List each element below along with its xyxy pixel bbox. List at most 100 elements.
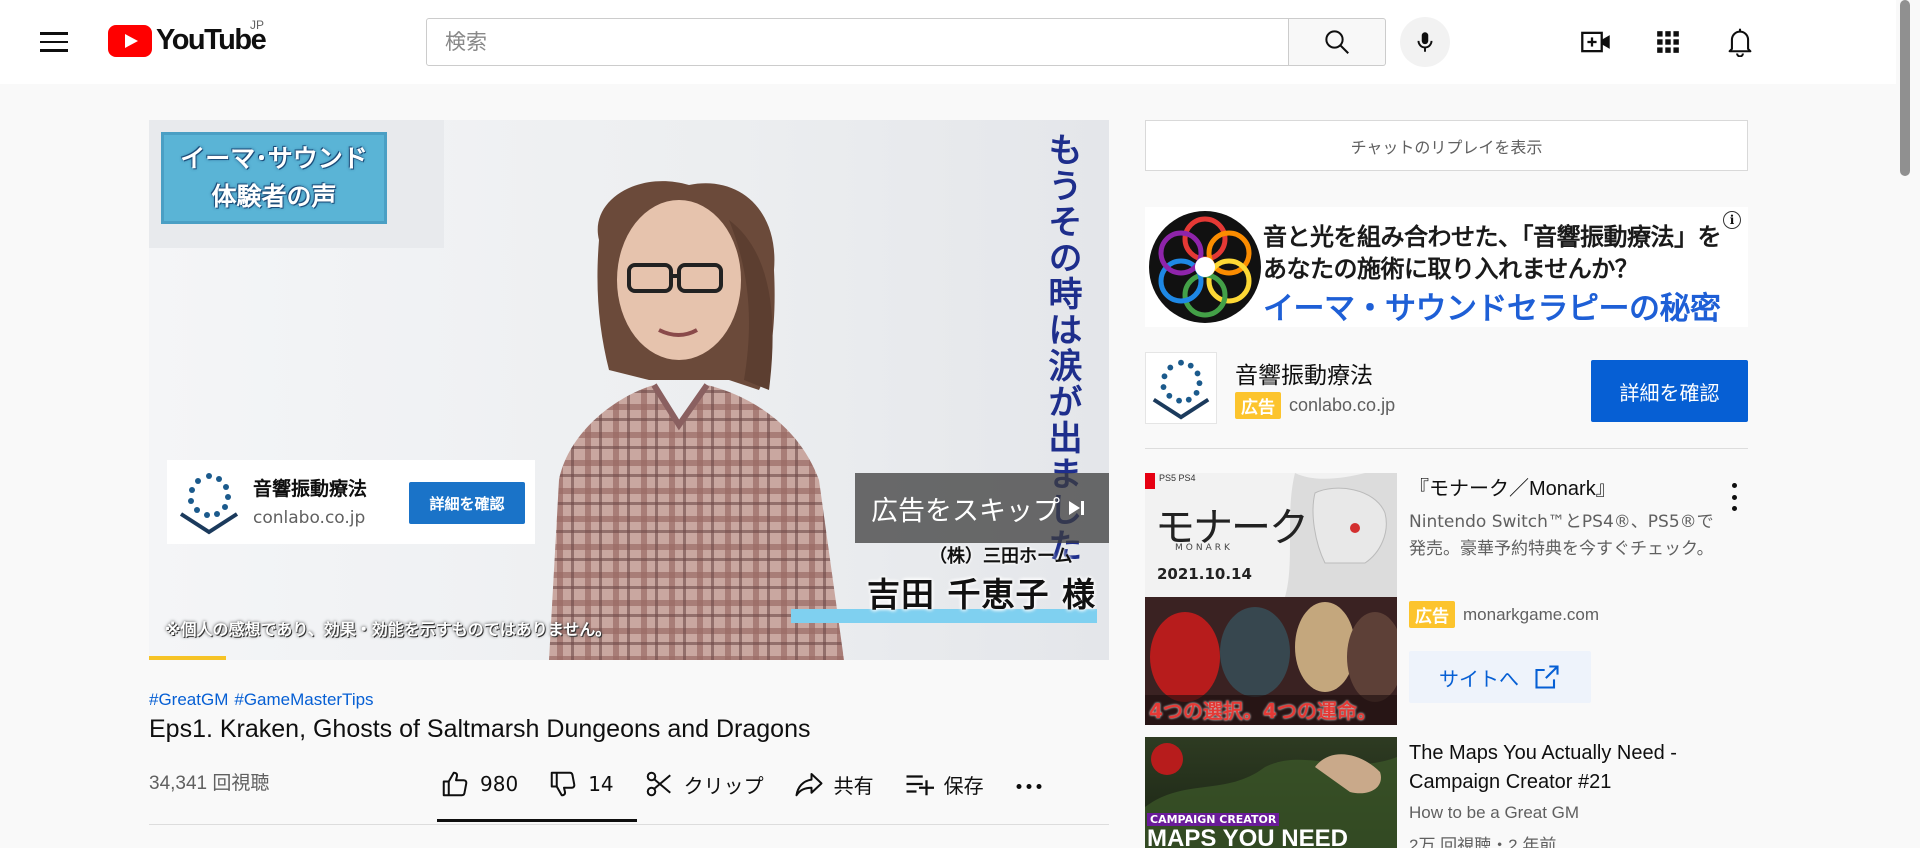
dot	[1731, 483, 1737, 488]
logo-wordmark: YouTube	[156, 24, 267, 56]
channel-name[interactable]: How to be a Great GM	[1409, 803, 1579, 823]
title-card-line-1: イーマ･サウンド	[180, 144, 368, 173]
divider	[149, 824, 1109, 825]
dislike-button[interactable]: 14	[548, 769, 614, 799]
apps-button[interactable]	[1648, 22, 1688, 62]
recommendation-title[interactable]: 『モナーク／Monark』	[1409, 475, 1709, 504]
share-label: 共有	[833, 773, 874, 798]
youtube-play-icon	[108, 24, 152, 57]
overlay-ad-name: 音響振動療法	[253, 478, 368, 500]
banner-headline-2: あなたの施術に取り入れませんか？	[1263, 255, 1639, 283]
advertiser-logo-icon[interactable]	[1145, 352, 1217, 424]
ad-badge: 広告	[1235, 392, 1281, 419]
skip-ad-button[interactable]: 広告をスキップ	[855, 473, 1109, 543]
guide-menu-button[interactable]	[30, 22, 78, 62]
player-ad-overlay[interactable]: 音響振動療法 conlabo.co.jp 詳細を確認	[167, 460, 535, 544]
share-button[interactable]: 共有	[794, 769, 874, 799]
ad-disclaimer: ※個人の感想であり、効果・効能を示すものではありません。	[165, 620, 612, 639]
banner-headline-3: イーマ・サウンドセラピーの秘密	[1263, 291, 1721, 327]
sponsored-thumbnail[interactable]: PS5 PS4 モナーク MONARK 2021.10.14 4つの選択。4つの…	[1145, 473, 1397, 725]
sponsored-recommendation: PS5 PS4 モナーク MONARK 2021.10.14 4つの選択。4つの…	[1145, 473, 1748, 725]
save-button[interactable]: 保存	[904, 769, 984, 799]
thumb-caption: 4つの選択。4つの運命。	[1149, 699, 1377, 723]
advertiser-details-button[interactable]: 詳細を確認	[1591, 360, 1748, 422]
advertiser-meta: 広告 conlabo.co.jp	[1235, 392, 1395, 419]
thumbs-up-icon	[442, 771, 468, 797]
view-count: 34,341 回視聴	[149, 773, 270, 794]
external-link-icon	[1535, 665, 1559, 689]
more-options-button[interactable]	[1725, 483, 1743, 511]
promo-title-card: イーマ･サウンド 体験者の声	[161, 132, 387, 224]
more-horizontal-icon	[1016, 784, 1042, 789]
hamburger-line	[40, 49, 68, 52]
video-plus-icon	[1581, 31, 1610, 53]
ad-progress-bar	[149, 656, 226, 660]
title-card-line-2: 体験者の声	[211, 182, 337, 211]
page-scrollbar-thumb[interactable]	[1900, 0, 1910, 176]
skip-ad-label: 広告をスキップ	[871, 495, 1060, 527]
like-button[interactable]: 980	[440, 769, 518, 799]
more-actions-button[interactable]	[1014, 769, 1044, 799]
thumb-overlay-text: MAPS YOU NEED	[1147, 825, 1348, 848]
masthead: YouTube JP	[0, 0, 1896, 84]
microphone-icon	[1417, 32, 1433, 52]
search-box	[426, 18, 1289, 66]
advertiser-name[interactable]: 音響振動療法	[1235, 356, 1373, 390]
share-arrow-icon	[795, 773, 823, 797]
visit-site-button[interactable]: サイトへ	[1409, 651, 1591, 703]
hamburger-line	[40, 40, 68, 44]
visit-site-label: サイトへ	[1439, 666, 1519, 691]
video-player[interactable]: イーマ･サウンド 体験者の声 もうその時は涙が出ました 音響振動療法 conla…	[149, 120, 1109, 660]
video-title: Eps1. Kraken, Ghosts of Saltmarsh Dungeo…	[149, 715, 811, 743]
search-button[interactable]	[1289, 18, 1386, 66]
recommendation-title[interactable]: The Maps You Actually Need - Campaign Cr…	[1409, 739, 1709, 797]
recommendation-meta: 広告 monarkgame.com	[1409, 601, 1599, 628]
advertiser-domain: conlabo.co.jp	[1289, 395, 1396, 415]
thumbs-down-icon	[550, 771, 576, 797]
dot	[1731, 494, 1737, 500]
hashtag-list: #GreatGM #GameMasterTips	[149, 690, 380, 710]
clip-button[interactable]: クリップ	[644, 769, 764, 799]
mandala-logo-icon	[1149, 211, 1261, 323]
hamburger-line	[40, 32, 68, 35]
ad-badge: 広告	[1409, 601, 1455, 628]
bell-icon	[1728, 28, 1752, 57]
playlist-add-icon	[906, 775, 934, 796]
hashtag-link[interactable]: #GreatGM	[149, 690, 228, 709]
hashtag-link[interactable]: #GameMasterTips	[234, 690, 373, 709]
youtube-logo[interactable]: YouTube JP	[108, 18, 267, 57]
recommendation-description: Nintendo Switch™とPS4®、PS5®で発売。豪華予約特典を今すぐ…	[1409, 512, 1714, 559]
advertiser-card: 音響振動療法 広告 conlabo.co.jp 詳細を確認	[1145, 352, 1748, 424]
notifications-button[interactable]	[1720, 22, 1760, 62]
display-ad-banner[interactable]: 音と光を組み合わせた、「音響振動療法」を あなたの施術に取り入れませんか？ イー…	[1145, 207, 1748, 327]
subject-name: 吉田 千恵子 様	[867, 575, 1096, 614]
dislike-count: 14	[588, 772, 614, 796]
banner-headline-1: 音と光を組み合わせた、「音響振動療法」を	[1263, 223, 1722, 251]
sentiment-bar	[437, 819, 637, 822]
region-code: JP	[250, 18, 265, 32]
video-thumbnail[interactable]: CAMPAIGN CREATOR MAPS YOU NEED	[1145, 737, 1397, 848]
voice-search-button[interactable]	[1400, 17, 1450, 67]
dot	[1731, 506, 1737, 511]
apps-grid-icon	[1657, 31, 1679, 53]
ad-info-icon[interactable]: i	[1723, 211, 1741, 229]
subject-company: （株）三田ホーム	[929, 546, 1073, 567]
video-actions: 980 14 クリップ 共有 保存	[440, 764, 1074, 804]
video-recommendation: CAMPAIGN CREATOR MAPS YOU NEED The Maps …	[1145, 737, 1748, 848]
search-icon	[1325, 30, 1349, 54]
divider	[1145, 448, 1748, 449]
thumb-release-date: 2021.10.14	[1157, 565, 1252, 583]
recommendation-stats: 2万 回視聴・2 年前	[1409, 836, 1557, 848]
search-input[interactable]	[427, 19, 1288, 65]
conlabo-logo-icon	[179, 473, 239, 535]
overlay-ad-details-button[interactable]: 詳細を確認	[409, 482, 525, 524]
thumb-platform-labels: PS5 PS4	[1159, 473, 1196, 483]
recommendation-domain: monarkgame.com	[1463, 604, 1600, 624]
save-label: 保存	[943, 773, 984, 798]
show-chat-replay-button[interactable]: チャットのリプレイを表示	[1145, 120, 1748, 171]
skip-next-icon	[1069, 501, 1084, 515]
like-count: 980	[480, 772, 519, 796]
thumb-game-sublogo: MONARK	[1175, 543, 1233, 553]
create-video-button[interactable]	[1576, 22, 1616, 62]
video-subject-image	[549, 181, 844, 660]
